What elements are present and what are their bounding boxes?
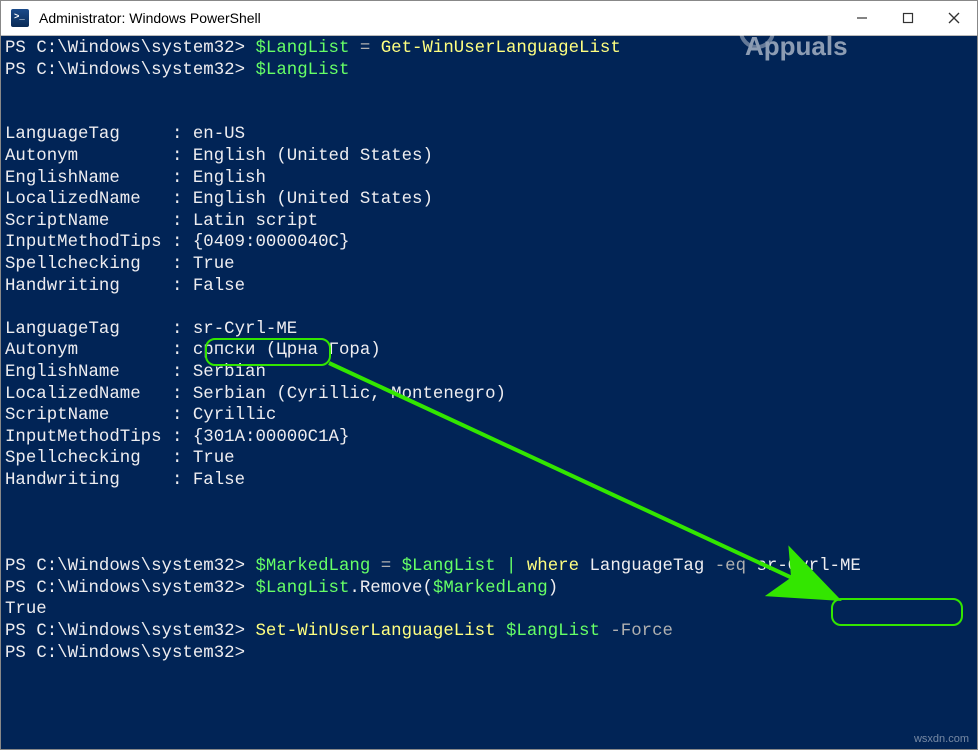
powershell-window: Administrator: Windows PowerShell PS C:\… xyxy=(0,0,978,750)
field-value: English (United States) xyxy=(193,190,433,209)
op-eq: = xyxy=(370,557,401,576)
field-colon: : xyxy=(172,277,182,296)
remove-open: .Remove( xyxy=(349,579,433,598)
field-value: Serbian (Cyrillic, Montenegro) xyxy=(193,385,506,404)
field-colon: : xyxy=(172,233,182,252)
field-value: en-US xyxy=(193,125,245,144)
terminal-output[interactable]: PS C:\Windows\system32> $LangList = Get-… xyxy=(1,36,977,749)
where-field: LanguageTag xyxy=(589,557,704,576)
prompt-path: C:\Windows\system32> xyxy=(36,579,245,598)
field-value: српски (Црна Гора) xyxy=(193,341,381,360)
field-label: Handwriting xyxy=(5,277,120,296)
op-eq: = xyxy=(349,39,380,58)
prompt-path: C:\Windows\system32> xyxy=(36,557,245,576)
field-colon: : xyxy=(172,471,182,490)
remove-close: ) xyxy=(548,579,558,598)
tag-value: sr-Cyrl-ME xyxy=(756,557,860,576)
prompt-ps: PS xyxy=(5,39,26,58)
prompt-ps: PS xyxy=(5,579,26,598)
close-button[interactable] xyxy=(931,1,977,35)
var-langlist: $LangList xyxy=(402,557,496,576)
field-colon: : xyxy=(172,125,182,144)
field-colon: : xyxy=(172,449,182,468)
field-colon: : xyxy=(172,147,182,166)
minimize-button[interactable] xyxy=(839,1,885,35)
field-value: {301A:00000C1A} xyxy=(193,428,350,447)
op-dash-eq: -eq xyxy=(715,557,746,576)
op-pipe: | xyxy=(496,557,527,576)
prompt-path: C:\Windows\system32> xyxy=(36,644,245,663)
maximize-button[interactable] xyxy=(885,1,931,35)
field-colon: : xyxy=(172,212,182,231)
field-value: False xyxy=(193,277,245,296)
field-label: EnglishName xyxy=(5,169,120,188)
field-label: LocalizedName xyxy=(5,190,141,209)
field-value: Cyrillic xyxy=(193,406,277,425)
window-controls xyxy=(839,1,977,35)
field-colon: : xyxy=(172,428,182,447)
field-colon: : xyxy=(172,169,182,188)
var-langlist: $LangList xyxy=(255,61,349,80)
field-label: LocalizedName xyxy=(5,385,141,404)
field-value: English (United States) xyxy=(193,147,433,166)
prompt-path: C:\Windows\system32> xyxy=(36,39,245,58)
field-label: ScriptName xyxy=(5,212,109,231)
field-value: sr-Cyrl-ME xyxy=(193,320,297,339)
window-title: Administrator: Windows PowerShell xyxy=(39,10,839,26)
cmd-where: where xyxy=(527,557,579,576)
field-colon: : xyxy=(172,320,182,339)
field-label: Autonym xyxy=(5,147,78,166)
field-colon: : xyxy=(172,363,182,382)
prompt-ps: PS xyxy=(5,557,26,576)
field-label: Spellchecking xyxy=(5,255,141,274)
field-label: LanguageTag xyxy=(5,125,120,144)
field-label: Handwriting xyxy=(5,471,120,490)
var-markedlang: $MarkedLang xyxy=(433,579,548,598)
powershell-icon xyxy=(11,9,29,27)
field-label: InputMethodTips xyxy=(5,233,162,252)
field-value: True xyxy=(193,449,235,468)
field-value: English xyxy=(193,169,266,188)
prompt-ps: PS xyxy=(5,622,26,641)
var-markedlang: $MarkedLang xyxy=(255,557,370,576)
prompt-ps: PS xyxy=(5,644,26,663)
prompt-path: C:\Windows\system32> xyxy=(36,61,245,80)
field-colon: : xyxy=(172,190,182,209)
prompt-ps: PS xyxy=(5,61,26,80)
prompt-path: C:\Windows\system32> xyxy=(36,622,245,641)
field-colon: : xyxy=(172,255,182,274)
field-label: LanguageTag xyxy=(5,320,120,339)
var-langlist: $LangList xyxy=(255,579,349,598)
var-langlist: $LangList xyxy=(255,39,349,58)
field-value: Serbian xyxy=(193,363,266,382)
field-colon: : xyxy=(172,406,182,425)
cmd-set-lang: Set-WinUserLanguageList xyxy=(255,622,495,641)
var-langlist: $LangList xyxy=(506,622,600,641)
output-true: True xyxy=(5,600,47,619)
field-label: EnglishName xyxy=(5,363,120,382)
field-value: Latin script xyxy=(193,212,318,231)
cmd-get-lang: Get-WinUserLanguageList xyxy=(381,39,621,58)
field-value: {0409:0000040C} xyxy=(193,233,350,252)
field-colon: : xyxy=(172,341,182,360)
field-label: Autonym xyxy=(5,341,78,360)
field-label: ScriptName xyxy=(5,406,109,425)
field-label: Spellchecking xyxy=(5,449,141,468)
field-label: InputMethodTips xyxy=(5,428,162,447)
field-colon: : xyxy=(172,385,182,404)
window-titlebar[interactable]: Administrator: Windows PowerShell xyxy=(1,1,977,36)
field-value: False xyxy=(193,471,245,490)
field-value: True xyxy=(193,255,235,274)
param-force: -Force xyxy=(610,622,673,641)
